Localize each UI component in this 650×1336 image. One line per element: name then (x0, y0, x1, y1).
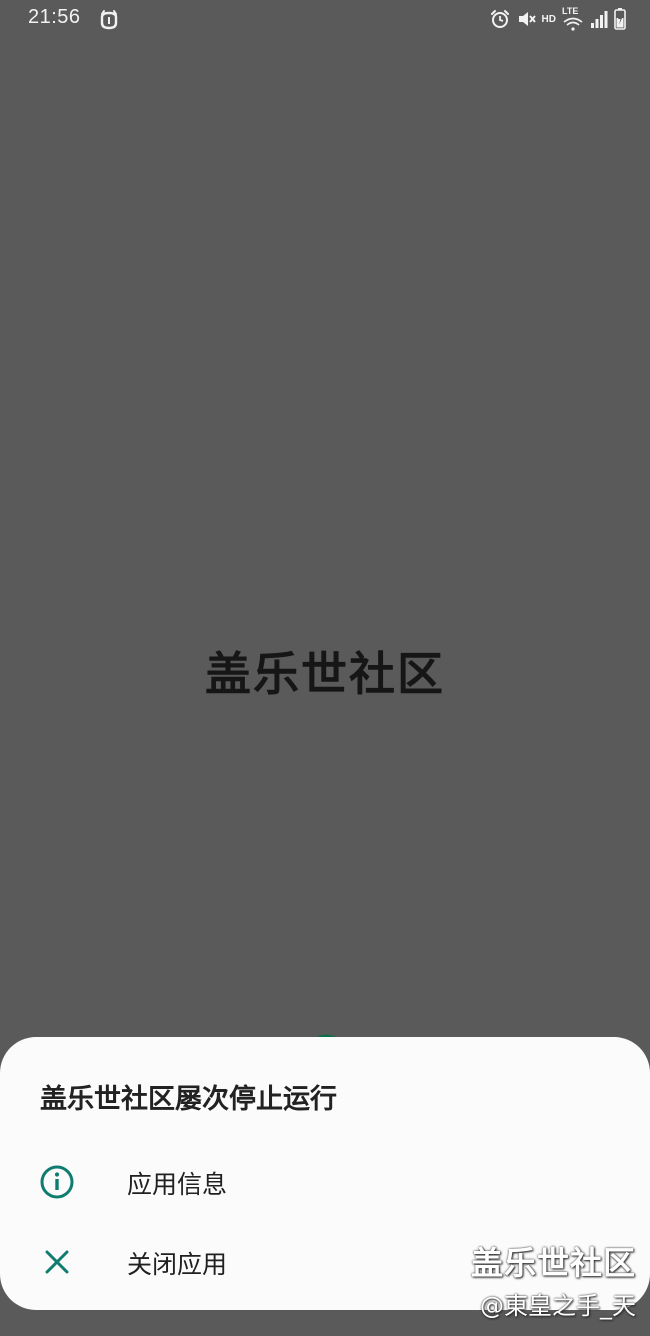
close-icon (45, 1250, 69, 1274)
wifi-lte-group: LTE (562, 6, 584, 31)
app-info-option[interactable]: 应用信息 (0, 1145, 650, 1215)
alarm-icon (490, 10, 509, 28)
battery-charging-icon (614, 8, 626, 30)
status-icons: HD LTE (490, 6, 626, 32)
mute-icon (518, 12, 536, 26)
android-debug-icon (100, 10, 118, 30)
info-icon (40, 1165, 74, 1199)
status-time: 21:56 (28, 6, 81, 28)
hd-indicator: HD (541, 13, 556, 25)
dialog-title: 盖乐世社区屡次停止运行 (40, 1084, 337, 1115)
app-screen: 21:56 HD LTE 盖乐世社区 盖乐世社区屡次停止运行 应用信息 关闭应用… (0, 0, 650, 1336)
wifi-icon (563, 17, 583, 31)
watermark-title: 盖乐世社区 (470, 1244, 636, 1282)
app-info-label: 应用信息 (127, 1170, 228, 1199)
signal-icon (591, 11, 608, 28)
close-app-label: 关闭应用 (127, 1250, 228, 1279)
watermark-author: @東皇之手_天 (480, 1292, 636, 1320)
lte-indicator: LTE (562, 6, 579, 16)
status-bar: 21:56 HD LTE (0, 0, 650, 38)
splash-app-name: 盖乐世社区 (205, 647, 445, 701)
